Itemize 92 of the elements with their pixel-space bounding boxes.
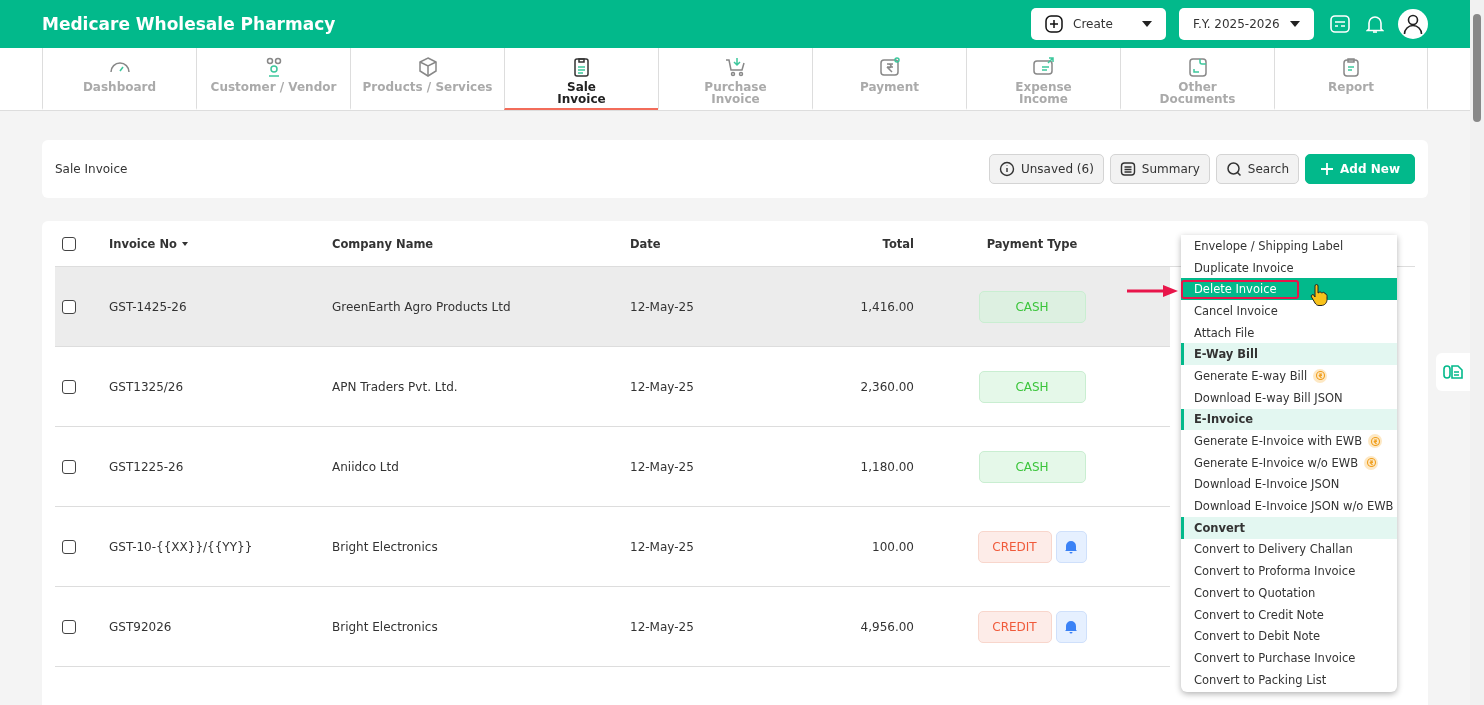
- menu-item[interactable]: Download E-way Bill JSON: [1181, 386, 1397, 409]
- invoice-date: 12-May-25: [630, 379, 695, 394]
- invoice-number: GST-1425-26: [109, 299, 188, 314]
- pointer-arrow: [1127, 284, 1179, 298]
- menu-item[interactable]: Envelope / Shipping Label: [1181, 235, 1397, 257]
- rupee-icon: [877, 56, 902, 78]
- caret-icon: [1142, 21, 1152, 27]
- caret-icon: [1290, 21, 1300, 27]
- column-header: Total: [881, 236, 914, 251]
- rupee-coin-icon: [1368, 434, 1383, 449]
- menu-section-header: E-Way Bill: [1181, 343, 1397, 366]
- row-checkbox[interactable]: [62, 619, 76, 634]
- menu-item[interactable]: Download E-Invoice JSON w/o EWB: [1181, 495, 1397, 517]
- menu-item[interactable]: Attach File: [1181, 321, 1397, 344]
- invoice-number: GST-10-{{XX}}/{{YY}}: [109, 539, 254, 554]
- menu-item[interactable]: Convert to Purchase Invoice: [1181, 647, 1397, 669]
- reminder-button[interactable]: [1055, 530, 1087, 563]
- hand-cursor-icon: [1310, 284, 1328, 306]
- info-button[interactable]: Unsaved (6): [988, 154, 1104, 184]
- menu-item[interactable]: Convert to Debit Note: [1181, 625, 1397, 648]
- row-checkbox[interactable]: [62, 459, 76, 474]
- menu-item[interactable]: Convert to Delivery Challan: [1181, 538, 1397, 561]
- page-title: Sale Invoice: [55, 162, 129, 176]
- menu-section-header: Convert: [1181, 516, 1397, 539]
- rupee-coin-icon: [1364, 455, 1379, 470]
- payment-type-badge: CASH: [978, 450, 1086, 483]
- menu-item[interactable]: Convert to Quotation: [1181, 582, 1397, 604]
- company-name: APN Traders Pvt. Ltd.: [332, 379, 459, 394]
- plus-icon: [1320, 162, 1335, 176]
- menu-item[interactable]: Generate E-Invoice with EWB: [1181, 430, 1397, 452]
- invoice-number: GST1325/26: [109, 379, 185, 394]
- invoice-date: 12-May-25: [630, 539, 695, 554]
- create-dropdown[interactable]: Create: [1031, 8, 1166, 40]
- column-header[interactable]: Invoice No: [109, 236, 332, 251]
- column-header: Date: [630, 236, 662, 251]
- menu-item[interactable]: Generate E-Invoice w/o EWB: [1181, 451, 1397, 474]
- menu-item[interactable]: Convert to Proforma Invoice: [1181, 560, 1397, 582]
- cart-icon: [723, 56, 748, 78]
- row-checkbox[interactable]: [62, 539, 76, 554]
- row-checkbox[interactable]: [62, 299, 76, 314]
- list-button[interactable]: Summary: [1109, 154, 1210, 184]
- table-row-background[interactable]: GST-1425-26 GreenEarth Agro Products Ltd 12-May-25 1,416.00 CASH: [55, 267, 1170, 347]
- payment-type-badge: CREDIT: [977, 530, 1052, 563]
- company-name: Bright Electronics: [332, 539, 439, 554]
- menu-item[interactable]: Generate E-way Bill: [1181, 365, 1397, 387]
- document-icon: [1443, 363, 1463, 381]
- reminder-button[interactable]: [1055, 610, 1087, 643]
- company-name: Bright Electronics: [332, 619, 439, 634]
- menu-item[interactable]: Convert to Packing List: [1181, 668, 1397, 691]
- rupee-coin-icon: [1313, 368, 1328, 383]
- invoice-total: 1,416.00: [859, 299, 914, 314]
- plus-square-icon: [1045, 15, 1063, 33]
- bell-icon: [1065, 539, 1077, 554]
- avatar[interactable]: [1398, 9, 1428, 39]
- menu-item[interactable]: Convert to Credit Note: [1181, 603, 1397, 626]
- list-icon: [1119, 161, 1136, 177]
- menu-item[interactable]: Duplicate Invoice: [1181, 256, 1397, 279]
- invoice-total: 2,360.00: [859, 379, 914, 394]
- invoice-date: 12-May-25: [630, 459, 695, 474]
- table-row-background[interactable]: GST92026 Bright Electronics 12-May-25 4,956.00 CREDIT: [55, 587, 1170, 667]
- scrollbar-thumb[interactable]: [1473, 14, 1481, 122]
- select-all-checkbox[interactable]: [62, 236, 76, 251]
- invoice-date: 12-May-25: [630, 299, 695, 314]
- table-row-background[interactable]: GST1225-26 Aniidco Ltd 12-May-25 1,180.00 CASH: [55, 427, 1170, 507]
- invoice-total: 100.00: [871, 539, 914, 554]
- search-icon: [1225, 161, 1242, 177]
- company-name: Aniidco Ltd: [332, 459, 400, 474]
- payment-type-badge: CASH: [978, 290, 1086, 323]
- row-checkbox[interactable]: [62, 379, 76, 394]
- company-name: GreenEarth Agro Products Ltd: [332, 299, 512, 314]
- invoice-number: GST92026: [109, 619, 173, 634]
- menu-section-header: E-Invoice: [1181, 408, 1397, 431]
- menu-item[interactable]: Download E-Invoice JSON: [1181, 473, 1397, 496]
- invoice-number: GST1225-26: [109, 459, 185, 474]
- invoice-total: 4,956.00: [859, 619, 914, 634]
- info-icon: [998, 161, 1015, 177]
- payment-type-badge: CASH: [978, 370, 1086, 403]
- payment-type-badge: CREDIT: [977, 610, 1052, 643]
- invoice-date: 12-May-25: [630, 619, 695, 634]
- search-button[interactable]: Search: [1215, 154, 1300, 184]
- app-title: Medicare Wholesale Pharmacy: [42, 14, 337, 34]
- column-header: Company Name: [332, 236, 435, 251]
- menu-item[interactable]: Cancel Invoice: [1181, 300, 1397, 322]
- table-row-background[interactable]: GST-10-{{XX}}/{{YY}} Bright Electronics 12-May-25 100.00 CREDIT: [55, 507, 1170, 587]
- column-header: Payment Type: [985, 236, 1079, 251]
- card-icon: [1031, 56, 1056, 78]
- table-row-background[interactable]: GST1325/26 APN Traders Pvt. Ltd. 12-May-25 2,360.00 CASH: [55, 347, 1170, 427]
- invoice-total: 1,180.00: [859, 459, 914, 474]
- bell-icon: [1065, 619, 1077, 634]
- fiscal-year-dropdown[interactable]: F.Y. 2025-2026: [1179, 8, 1314, 40]
- sort-icon: [181, 242, 188, 246]
- nav-tab[interactable]: Sale Invoice: [504, 48, 658, 110]
